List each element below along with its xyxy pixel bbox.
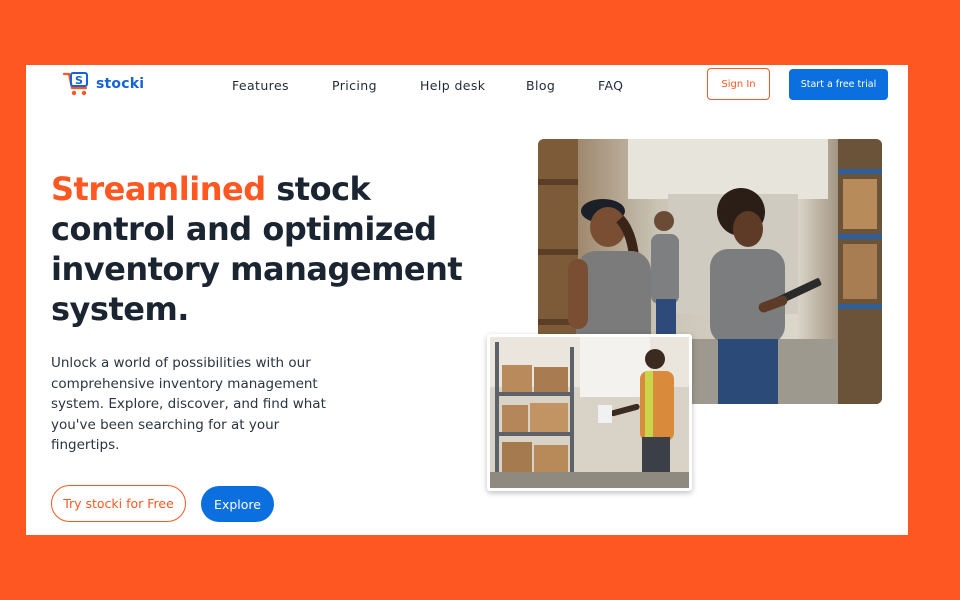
hero-headline: Streamlined stock control and optimized … xyxy=(51,169,481,329)
warehouse-inset-photo xyxy=(487,334,692,491)
nav-item-pricing[interactable]: Pricing xyxy=(332,78,377,93)
headline-accent: Streamlined xyxy=(51,170,266,208)
explore-button[interactable]: Explore xyxy=(201,486,274,522)
nav-item-features[interactable]: Features xyxy=(232,78,289,93)
hero-subtext: Unlock a world of possibilities with our… xyxy=(51,355,326,453)
start-free-trial-button[interactable]: Start a free trial xyxy=(789,69,888,100)
nav-item-help-desk[interactable]: Help desk xyxy=(420,78,485,93)
landing-page: S stocki Features Pricing Help desk Blog… xyxy=(26,65,908,535)
try-free-button[interactable]: Try stocki for Free xyxy=(51,485,186,522)
nav-item-blog[interactable]: Blog xyxy=(526,78,555,93)
signin-button[interactable]: Sign In xyxy=(707,68,770,100)
nav-item-faq[interactable]: FAQ xyxy=(598,78,623,93)
main-nav: Features Pricing Help desk Blog FAQ xyxy=(26,78,908,98)
